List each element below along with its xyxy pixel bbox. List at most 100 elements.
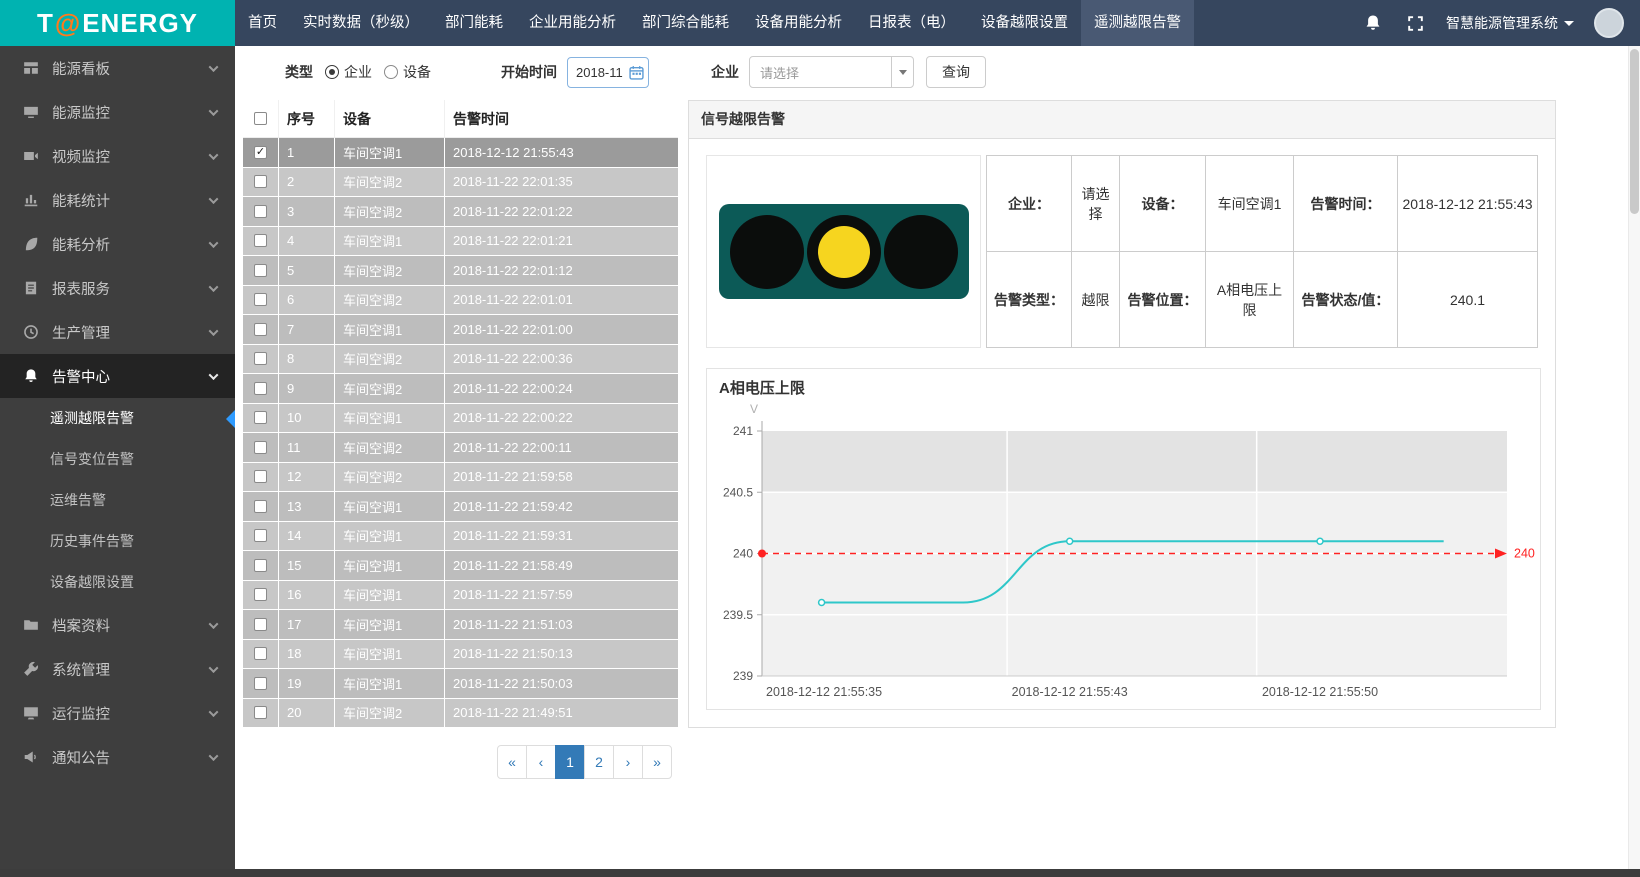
nav-item[interactable]: 设备越限设置 <box>968 0 1081 46</box>
page-button[interactable]: ‹ <box>526 745 556 779</box>
sidebar-item[interactable]: 系统管理 <box>0 647 235 691</box>
row-checkbox[interactable] <box>243 463 279 493</box>
cell-time: 2018-11-22 22:01:01 <box>445 286 678 316</box>
row-checkbox[interactable] <box>243 404 279 434</box>
row-checkbox[interactable] <box>243 522 279 552</box>
sidebar-item[interactable]: 通知公告 <box>0 735 235 779</box>
row-checkbox[interactable] <box>243 168 279 198</box>
type-radio[interactable]: 设备 <box>384 62 431 82</box>
row-checkbox[interactable] <box>243 699 279 729</box>
page-button[interactable]: › <box>613 745 643 779</box>
cell-time: 2018-12-12 21:55:43 <box>445 138 678 168</box>
chart-container: A相电压上限 241240.5240239.5239V2018-12-12 21… <box>706 368 1541 710</box>
row-checkbox[interactable] <box>243 581 279 611</box>
nav-item[interactable]: 部门能耗 <box>432 0 516 46</box>
sidebar: 能源看板能源监控视频监控能耗统计能耗分析报表服务生产管理告警中心遥测越限告警信号… <box>0 46 235 877</box>
sidebar-item[interactable]: 视频监控 <box>0 134 235 178</box>
sidebar-item[interactable]: 告警中心 <box>0 354 235 398</box>
table-row[interactable]: 16车间空调12018-11-22 21:57:59 <box>243 581 678 611</box>
row-checkbox[interactable] <box>243 433 279 463</box>
nav-item[interactable]: 遥测越限告警 <box>1081 0 1194 46</box>
vertical-scrollbar[interactable] <box>1628 46 1640 869</box>
cell-no: 5 <box>279 256 335 286</box>
scrollbar-thumb[interactable] <box>1630 49 1639 214</box>
table-row[interactable]: 2车间空调22018-11-22 22:01:35 <box>243 168 678 198</box>
table-row[interactable]: 4车间空调12018-11-22 22:01:21 <box>243 227 678 257</box>
sidebar-subitem[interactable]: 历史事件告警 <box>0 521 235 562</box>
table-row[interactable]: 5车间空调22018-11-22 22:01:12 <box>243 256 678 286</box>
page-button[interactable]: 1 <box>555 745 585 779</box>
fullscreen-icon[interactable] <box>1404 12 1426 34</box>
sidebar-item[interactable]: 能耗统计 <box>0 178 235 222</box>
sidebar-item[interactable]: 能源看板 <box>0 46 235 90</box>
nav-item[interactable]: 实时数据（秒级） <box>290 0 432 46</box>
page-button[interactable]: « <box>497 745 527 779</box>
info-label-device: 设备： <box>1120 156 1206 252</box>
nav-item[interactable]: 设备用能分析 <box>742 0 855 46</box>
info-label-position: 告警位置： <box>1120 252 1206 348</box>
cell-device: 车间空调2 <box>335 197 445 227</box>
energy-monitor-icon <box>22 103 40 121</box>
nav-item[interactable]: 日报表（电） <box>855 0 968 46</box>
checkbox-icon <box>254 112 267 125</box>
page-button[interactable]: 2 <box>584 745 614 779</box>
table-row[interactable]: 6车间空调22018-11-22 22:01:01 <box>243 286 678 316</box>
row-checkbox[interactable] <box>243 640 279 670</box>
table-row[interactable]: 12车间空调22018-11-22 21:59:58 <box>243 463 678 493</box>
sidebar-subitem[interactable]: 设备越限设置 <box>0 562 235 603</box>
sidebar-item-label: 能耗分析 <box>52 234 210 255</box>
sidebar-subitem[interactable]: 信号变位告警 <box>0 439 235 480</box>
info-value-company: 请选择 <box>1072 156 1120 252</box>
row-checkbox[interactable] <box>243 256 279 286</box>
sidebar-item[interactable]: 能源监控 <box>0 90 235 134</box>
calendar-icon[interactable] <box>629 65 644 80</box>
sidebar-subitem[interactable]: 运维告警 <box>0 480 235 521</box>
sidebar-item[interactable]: 报表服务 <box>0 266 235 310</box>
type-radio[interactable]: 企业 <box>325 62 372 82</box>
table-row[interactable]: 3车间空调22018-11-22 22:01:22 <box>243 197 678 227</box>
avatar[interactable] <box>1594 8 1624 38</box>
row-checkbox[interactable] <box>243 286 279 316</box>
table-row[interactable]: 11车间空调22018-11-22 22:00:11 <box>243 433 678 463</box>
row-checkbox[interactable] <box>243 138 279 168</box>
nav-item[interactable]: 首页 <box>235 0 290 46</box>
table-row[interactable]: 14车间空调12018-11-22 21:59:31 <box>243 522 678 552</box>
table-row[interactable]: 9车间空调22018-11-22 22:00:24 <box>243 374 678 404</box>
nav-item[interactable]: 企业用能分析 <box>516 0 629 46</box>
header-checkbox[interactable] <box>243 100 279 137</box>
system-menu[interactable]: 智慧能源管理系统 <box>1446 13 1574 33</box>
bell-icon[interactable] <box>1362 12 1384 34</box>
table-row[interactable]: 7车间空调12018-11-22 22:01:00 <box>243 315 678 345</box>
table-row[interactable]: 13车间空调12018-11-22 21:59:42 <box>243 492 678 522</box>
table-row[interactable]: 8车间空调22018-11-22 22:00:36 <box>243 345 678 375</box>
table-row[interactable]: 18车间空调12018-11-22 21:50:13 <box>243 640 678 670</box>
table-row[interactable]: 20车间空调22018-11-22 21:49:51 <box>243 699 678 729</box>
company-select[interactable]: 请选择 <box>749 56 914 88</box>
row-checkbox[interactable] <box>243 197 279 227</box>
page-button[interactable]: » <box>642 745 672 779</box>
row-checkbox[interactable] <box>243 492 279 522</box>
checkbox-icon <box>254 647 267 660</box>
row-checkbox[interactable] <box>243 345 279 375</box>
nav-item[interactable]: 部门综合能耗 <box>629 0 742 46</box>
cell-no: 7 <box>279 315 335 345</box>
logo-text-prefix: T <box>37 8 54 39</box>
sidebar-subitem[interactable]: 遥测越限告警 <box>0 398 235 439</box>
table-row[interactable]: 17车间空调12018-11-22 21:51:03 <box>243 610 678 640</box>
info-label-company: 企业： <box>987 156 1072 252</box>
table-row[interactable]: 1车间空调12018-12-12 21:55:43 <box>243 138 678 168</box>
row-checkbox[interactable] <box>243 374 279 404</box>
sidebar-item[interactable]: 档案资料 <box>0 603 235 647</box>
row-checkbox[interactable] <box>243 669 279 699</box>
sidebar-item[interactable]: 生产管理 <box>0 310 235 354</box>
sidebar-item[interactable]: 能耗分析 <box>0 222 235 266</box>
row-checkbox[interactable] <box>243 551 279 581</box>
table-row[interactable]: 10车间空调12018-11-22 22:00:22 <box>243 404 678 434</box>
row-checkbox[interactable] <box>243 315 279 345</box>
table-row[interactable]: 19车间空调12018-11-22 21:50:03 <box>243 669 678 699</box>
query-button[interactable]: 查询 <box>926 56 986 88</box>
row-checkbox[interactable] <box>243 227 279 257</box>
sidebar-item[interactable]: 运行监控 <box>0 691 235 735</box>
table-row[interactable]: 15车间空调12018-11-22 21:58:49 <box>243 551 678 581</box>
row-checkbox[interactable] <box>243 610 279 640</box>
